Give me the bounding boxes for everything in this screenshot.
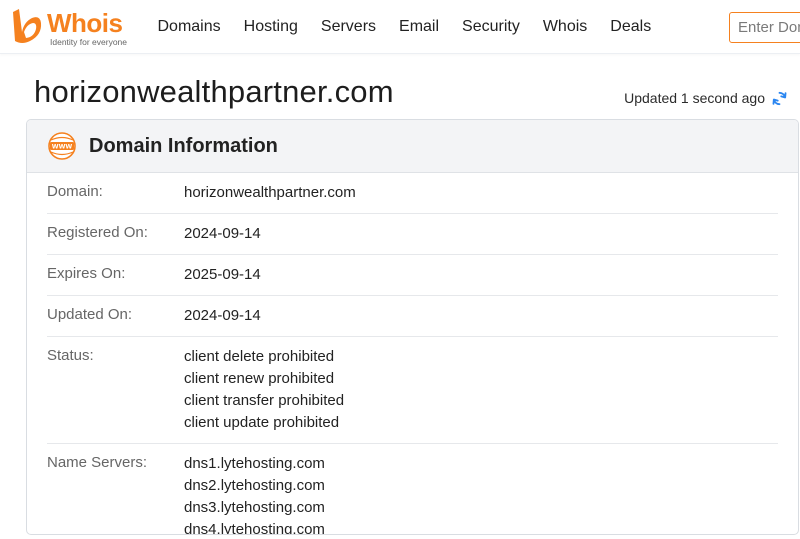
nav-security[interactable]: Security [462,17,520,37]
nav-servers[interactable]: Servers [321,17,376,37]
domain-details-list: Domain: horizonwealthpartner.com Registe… [27,173,798,535]
whois-logo[interactable]: Whois Identity for everyone [10,8,135,48]
page-title: horizonwealthpartner.com [34,74,394,109]
row-expires-on: Expires On: 2025-09-14 [47,255,778,296]
row-label: Name Servers: [47,454,148,471]
row-label: Expires On: [47,265,126,282]
name-server: dns4.lytehosting.com [184,521,325,535]
status-item: client transfer prohibited [184,392,345,409]
row-value: 2025-09-14 [184,264,261,286]
main-nav: Domains Hosting Servers Email Security W… [146,0,663,54]
status-list: client delete prohibited client renew pr… [184,346,344,434]
row-label: Registered On: [47,224,148,241]
logo-wordmark: Whois [47,8,123,38]
last-updated: Updated 1 second ago [624,89,788,107]
row-label: Domain: [47,183,103,200]
row-updated-on: Updated On: 2024-09-14 [47,296,778,337]
top-navigation-bar: Whois Identity for everyone Domains Host… [0,0,800,54]
logo-tagline: Identity for everyone [50,37,128,47]
name-server: dns1.lytehosting.com [184,455,325,472]
row-name-servers: Name Servers: dns1.lytehosting.com dns2.… [47,444,778,535]
nav-whois[interactable]: Whois [543,17,587,37]
name-server-list: dns1.lytehosting.com dns2.lytehosting.co… [184,453,325,535]
registered-date: 2024-09-14 [184,225,261,242]
refresh-icon[interactable] [771,90,788,107]
row-value: 2024-09-14 [184,223,261,245]
card-title: Domain Information [89,135,278,157]
row-label: Updated On: [47,306,133,323]
card-header: WWW Domain Information [27,120,798,173]
row-domain: Domain: horizonwealthpartner.com [47,173,778,214]
expires-date: 2025-09-14 [184,266,261,283]
row-value: 2024-09-14 [184,305,261,327]
updated-text: Updated 1 second ago [624,90,765,106]
nav-domains[interactable]: Domains [158,17,221,37]
row-registered-on: Registered On: 2024-09-14 [47,214,778,255]
domain-information-card: WWW Domain Information Domain: horizonwe… [26,119,799,535]
nav-email[interactable]: Email [399,17,439,37]
domain-search-input[interactable] [729,12,800,43]
nav-deals[interactable]: Deals [610,17,651,37]
www-globe-icon: WWW [48,132,76,160]
status-item: client renew prohibited [184,370,335,387]
row-value: horizonwealthpartner.com [184,182,356,204]
logo-mark-icon [13,9,42,43]
name-server: dns2.lytehosting.com [184,477,325,494]
row-status: Status: client delete prohibited client … [47,337,778,444]
svg-text:WWW: WWW [52,144,73,151]
updated-date: 2024-09-14 [184,307,261,324]
nav-hosting[interactable]: Hosting [244,17,298,37]
status-item: client update prohibited [184,414,340,431]
row-label: Status: [47,347,94,364]
status-item: client delete prohibited [184,348,335,365]
name-server: dns3.lytehosting.com [184,499,325,516]
domain-value: horizonwealthpartner.com [184,184,356,201]
